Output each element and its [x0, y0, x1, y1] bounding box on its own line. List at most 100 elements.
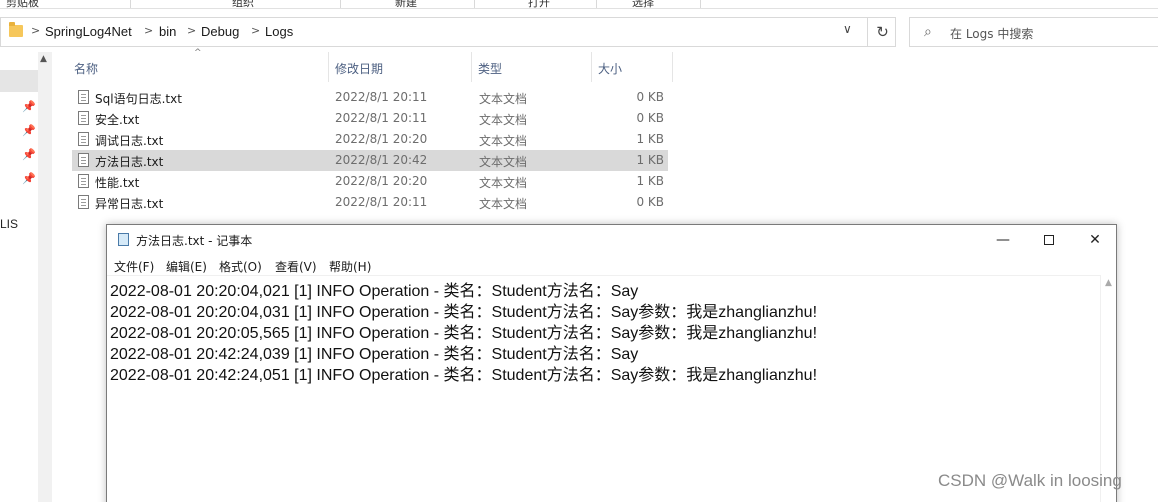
file-row[interactable]: 调试日志.txt 2022/8/1 20:20 文本文档 1 KB: [72, 129, 668, 150]
file-size: 0 KB: [636, 195, 664, 209]
search-icon: ⌕: [924, 24, 932, 40]
minimize-button[interactable]: —: [980, 225, 1026, 255]
menu-file[interactable]: 文件(F): [114, 258, 154, 275]
column-header-label: 大小: [598, 62, 623, 76]
file-type: 文本文档: [479, 134, 528, 148]
ribbon-divider: [130, 0, 131, 8]
menu-view[interactable]: 查看(V): [275, 258, 317, 275]
file-type: 文本文档: [479, 176, 528, 190]
file-row[interactable]: 性能.txt 2022/8/1 20:20 文本文档 1 KB: [72, 171, 668, 192]
maximize-icon: [1044, 235, 1054, 245]
text-file-icon: [78, 111, 89, 125]
file-date: 2022/8/1 20:11: [335, 90, 428, 104]
file-date: 2022/8/1 20:20: [335, 132, 428, 146]
close-button[interactable]: ✕: [1072, 225, 1118, 255]
column-divider[interactable]: [672, 52, 673, 82]
text-file-icon: [78, 90, 89, 104]
window-title: 方法日志.txt - 记事本: [136, 234, 253, 248]
chevron-right-icon[interactable]: >: [187, 24, 196, 37]
column-header-label: 名称: [74, 62, 99, 76]
navigation-pane: 📌 📌 📌 📌 LIS: [0, 52, 40, 502]
ribbon-divider: [700, 0, 701, 8]
file-type: 文本文档: [479, 92, 528, 106]
nav-scrollbar[interactable]: ▲: [38, 52, 52, 502]
menu-edit[interactable]: 编辑(E): [166, 258, 207, 275]
menu-format[interactable]: 格式(O): [219, 258, 262, 275]
text-file-icon: [78, 195, 89, 209]
breadcrumb-debug[interactable]: Debug: [201, 24, 239, 39]
column-header-label: 修改日期: [335, 62, 384, 76]
log-line: 2022-08-01 20:42:24,051 [1] INFO Operati…: [110, 367, 818, 384]
file-name: 方法日志.txt: [95, 155, 164, 169]
ribbon-group-labels: 剪贴板 组织 新建 打开 选择: [0, 0, 1158, 9]
notepad-window[interactable]: 方法日志.txt - 记事本 — ✕ 文件(F) 编辑(E) 格式(O) 查看(…: [106, 224, 1117, 502]
file-type: 文本文档: [479, 197, 528, 211]
file-size: 1 KB: [636, 153, 664, 167]
ribbon-label: 剪贴板: [6, 0, 39, 9]
breadcrumb-bin[interactable]: bin: [159, 24, 176, 39]
refresh-button[interactable]: ↻: [867, 18, 897, 46]
file-name: 性能.txt: [95, 176, 140, 190]
column-header-date[interactable]: 修改日期: [329, 52, 471, 82]
search-placeholder: 在 Logs 中搜索: [950, 27, 1034, 41]
file-date: 2022/8/1 20:42: [335, 153, 428, 167]
search-input[interactable]: ⌕ 在 Logs 中搜索: [909, 17, 1158, 47]
menu-help[interactable]: 帮助(H): [329, 258, 371, 275]
nav-item-label[interactable]: LIS: [0, 217, 18, 231]
ribbon-label: 组织: [232, 0, 254, 9]
ribbon-label: 选择: [632, 0, 654, 9]
watermark: CSDN @Walk in loosing: [938, 471, 1122, 490]
text-file-icon: [78, 174, 89, 188]
scroll-up-icon[interactable]: ▲: [40, 54, 47, 64]
menu-bar: 文件(F) 编辑(E) 格式(O) 查看(V) 帮助(H): [107, 255, 1116, 275]
ribbon-divider: [596, 0, 597, 8]
file-size: 0 KB: [636, 111, 664, 125]
column-header-name[interactable]: 名称: [72, 52, 328, 82]
text-file-icon: [78, 153, 89, 167]
file-size: 1 KB: [636, 174, 664, 188]
file-name: 安全.txt: [95, 113, 140, 127]
file-size: 0 KB: [636, 90, 664, 104]
file-size: 1 KB: [636, 132, 664, 146]
pin-icon[interactable]: 📌: [22, 148, 36, 161]
file-row[interactable]: 异常日志.txt 2022/8/1 20:11 文本文档 0 KB: [72, 192, 668, 213]
chevron-down-icon[interactable]: ∨: [843, 22, 852, 36]
file-row-selected[interactable]: 方法日志.txt 2022/8/1 20:42 文本文档 1 KB: [72, 150, 668, 171]
file-date: 2022/8/1 20:11: [335, 195, 428, 209]
address-bar[interactable]: > SpringLog4Net > bin > Debug > Logs ∨ ↻: [0, 17, 896, 47]
scroll-up-icon[interactable]: ▲: [1105, 278, 1112, 288]
ribbon-divider: [474, 0, 475, 8]
file-type: 文本文档: [479, 113, 528, 127]
pin-icon[interactable]: 📌: [22, 124, 36, 137]
text-editor-area[interactable]: 2022-08-01 20:20:04,021 [1] INFO Operati…: [107, 275, 1100, 502]
pin-icon[interactable]: 📌: [22, 100, 36, 113]
column-header-type[interactable]: 类型: [472, 52, 591, 82]
ribbon-label: 新建: [395, 0, 417, 9]
ribbon-label: 打开: [528, 0, 550, 9]
folder-icon: [9, 22, 23, 37]
breadcrumb-springlog4net[interactable]: SpringLog4Net: [45, 24, 132, 39]
file-date: 2022/8/1 20:11: [335, 111, 428, 125]
chevron-right-icon[interactable]: >: [31, 24, 40, 37]
file-name: 异常日志.txt: [95, 197, 164, 211]
file-row[interactable]: 安全.txt 2022/8/1 20:11 文本文档 0 KB: [72, 108, 668, 129]
column-header-size[interactable]: 大小: [592, 52, 672, 82]
breadcrumb-logs[interactable]: Logs: [265, 24, 293, 39]
column-header-label: 类型: [478, 62, 503, 76]
file-name: 调试日志.txt: [95, 134, 164, 148]
file-type: 文本文档: [479, 155, 528, 169]
file-row[interactable]: Sql语句日志.txt 2022/8/1 20:11 文本文档 0 KB: [72, 87, 668, 108]
chevron-right-icon[interactable]: >: [144, 24, 153, 37]
ribbon-divider: [340, 0, 341, 8]
notepad-titlebar[interactable]: 方法日志.txt - 记事本 — ✕: [107, 225, 1116, 255]
editor-scrollbar[interactable]: ▲: [1100, 275, 1116, 502]
nav-selected-item[interactable]: [0, 70, 38, 92]
file-date: 2022/8/1 20:20: [335, 174, 428, 188]
pin-icon[interactable]: 📌: [22, 172, 36, 185]
notepad-icon: [118, 233, 129, 246]
chevron-right-icon[interactable]: >: [251, 24, 260, 37]
address-row: > SpringLog4Net > bin > Debug > Logs ∨ ↻…: [0, 14, 1158, 48]
text-file-icon: [78, 132, 89, 146]
file-name: Sql语句日志.txt: [95, 92, 182, 106]
maximize-button[interactable]: [1026, 225, 1072, 255]
